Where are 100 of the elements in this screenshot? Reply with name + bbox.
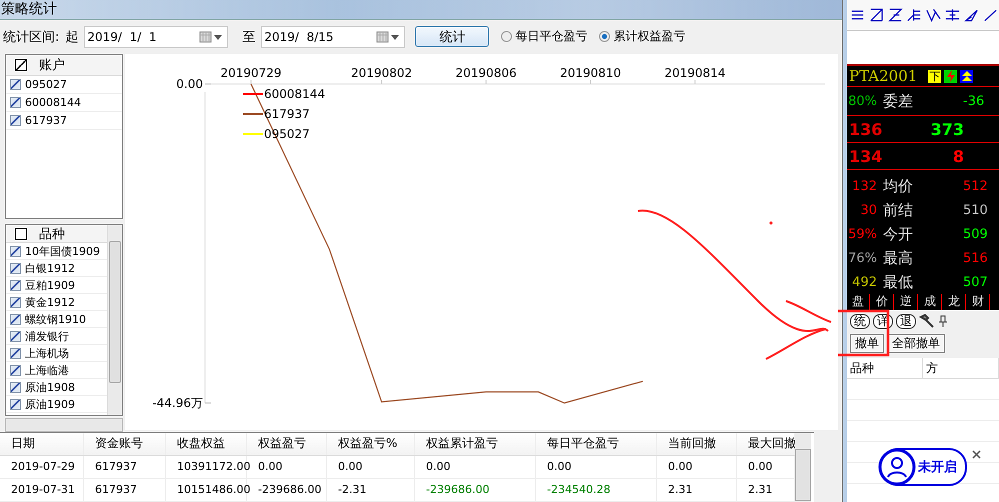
variety-label: 10年国债1909 [25,244,100,259]
table-cell: -2.31 [327,478,415,501]
contract-symbol: PTA2001 [849,67,918,85]
stat-number: 492 [851,274,877,290]
variety-label: 原油1909 [25,396,75,412]
chart-tool-icon[interactable] [963,7,980,23]
checkbox[interactable] [10,398,21,410]
column-header[interactable]: 收盘权益 [166,432,247,455]
checkbox[interactable] [10,96,21,108]
table-cell: 2.31 [657,478,737,501]
chart-tool-icon[interactable] [944,7,961,23]
scrollbar[interactable] [795,432,811,502]
from-label: 起 [65,28,78,46]
column-header[interactable]: 权益盈亏 [247,432,327,455]
table-cell: 2019-07-31 [0,478,84,501]
checkbox[interactable] [10,314,21,325]
mode-radio[interactable]: 累计权益盈亏 [599,28,686,46]
stat-label: 前结 [883,200,914,220]
bid-price: 134 [848,146,884,166]
checkbox[interactable] [10,296,21,308]
checkbox[interactable] [10,262,21,274]
stat-label: 最高 [883,248,914,268]
cancel-order-button[interactable]: 撤单 [850,334,884,352]
column-header[interactable]: 当前回撤 [657,432,737,455]
cancel-order-button[interactable]: 全部撤单 [887,334,945,352]
chart-tool-icon[interactable] [982,7,999,23]
account-label: 095027 [25,78,67,91]
column-header[interactable]: 权益盈亏% [327,432,415,455]
table-cell: 0.00 [536,456,657,478]
checkbox[interactable] [10,114,21,126]
variety-label: 上海临港 [25,362,69,378]
checkbox[interactable] [10,364,21,376]
stat-label: 今开 [883,224,914,244]
table-cell: 2019-07-29 [0,456,84,478]
chart-tool-icon[interactable] [925,7,942,23]
statistics-button[interactable]: 统计 [415,26,490,48]
x-tick-label: 20190814 [664,66,726,80]
checkbox[interactable] [10,78,21,90]
table-cell: 617937 [84,456,166,478]
status-toggle-button[interactable]: 未开启 [880,448,967,486]
ratio-value: 80% [847,94,877,108]
checkbox[interactable] [10,330,21,342]
scrollbar[interactable] [5,418,123,432]
column-header[interactable]: 每日平仓盈亏 [536,432,657,455]
chart-tool-icon[interactable] [887,7,904,23]
stat-value: 512 [963,178,988,194]
list-header[interactable]: 品种 [6,225,107,244]
stat-label: 委差 [883,92,914,110]
account-label: 617937 [25,114,67,127]
tool-button[interactable]: 统 [850,314,870,328]
checkbox[interactable] [10,382,21,393]
column-header[interactable]: 日期 [0,432,84,455]
variety-label: 螺纹钢1910 [25,312,86,327]
stat-number: 30 [859,202,877,218]
checkbox[interactable] [10,348,21,359]
x-tick-label: 20190802 [351,66,412,80]
checkbox[interactable] [10,246,21,257]
checkbox[interactable] [15,58,27,71]
stat-value: 509 [963,226,988,242]
column-header[interactable]: 品种 [847,358,923,378]
start-date-field[interactable]: 2019/ 1/ 1 [84,26,228,48]
chart-tool-icon[interactable] [906,7,923,23]
hand-drawn-bracket [838,310,890,356]
table-cell: 617937 [84,478,166,501]
mode-radio[interactable]: 每日平仓盈亏 [501,28,588,46]
variety-label: 浦发银行 [25,328,69,344]
tool-button[interactable]: 退 [896,314,916,328]
quote-tab[interactable]: 盘 [847,294,870,310]
table-cell: -234540.28 [536,478,657,501]
stat-number: 59% [847,226,877,242]
bid-price: 136 [848,120,884,138]
up-arrow-icon[interactable] [960,70,974,82]
column-header[interactable]: 方 [923,358,999,378]
y-tick-label: -44.96万 [152,396,203,410]
table-cell: 0.00 [327,456,415,478]
y-tick-label: 0.00 [176,76,203,91]
variety-label: 上海机场 [25,346,69,361]
hammer-icon[interactable] [919,314,935,328]
volume-value: 8 [952,146,964,166]
stat-value: 507 [963,274,988,290]
column-header[interactable]: 资金账号 [84,432,166,455]
list-header[interactable]: 账户 [6,54,122,76]
scrollbar[interactable] [107,225,122,415]
lightning-icon[interactable] [944,70,958,82]
variety-label: 黄金1912 [25,294,75,310]
checkbox[interactable] [10,280,21,291]
close-icon[interactable] [972,450,981,459]
table-cell: 0.00 [415,456,536,478]
checkbox[interactable] [15,228,27,240]
legend-label: 60008144 [264,86,326,101]
column-header[interactable]: 权益累计盈亏 [415,432,536,455]
down-badge[interactable]: 下 [928,70,942,82]
x-tick-label: 20190729 [220,66,282,80]
window-title: 策略统计 [0,0,57,18]
user-icon [878,448,916,486]
variety-label: 原油1908 [25,380,75,395]
pin-icon[interactable] [938,314,948,328]
variety-label: 白银1912 [25,260,75,276]
end-date-field[interactable]: 2019/ 8/15 [261,26,406,48]
chart-tool-icon[interactable] [868,7,885,23]
